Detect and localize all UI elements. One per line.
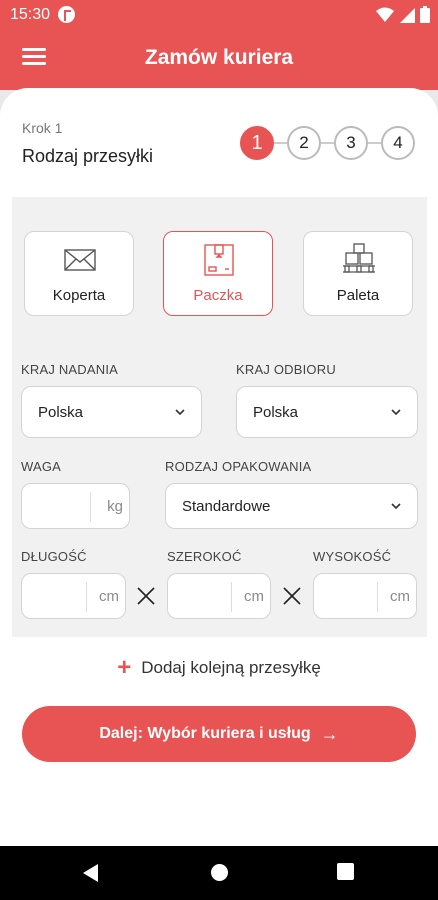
chevron-down-icon [391,409,401,416]
stepper-line [255,142,400,144]
main-sheet: Krok 1 Rodzaj przesyłki 1 2 3 4 Koperta … [0,88,438,846]
envelope-icon [64,249,96,271]
step-title: Rodzaj przesyłki [22,146,154,166]
arrow-right-icon: → [320,723,339,744]
chevron-down-icon [175,409,185,416]
shipment-type-label: Koperta [52,287,106,304]
packaging-select[interactable]: Standardowe [165,483,418,529]
width-unit: cm [244,588,264,605]
chevron-down-icon [391,503,401,510]
step-1[interactable]: 1 [240,126,274,160]
pallet-icon [343,243,375,273]
step-2[interactable]: 2 [287,126,321,160]
step-label: Krok 1 [22,120,63,136]
unit-separator [377,582,378,612]
weight-input[interactable] [22,484,89,528]
package-box-icon [204,244,234,276]
width-input[interactable] [168,574,230,618]
weight-unit: kg [107,498,123,515]
width-field[interactable]: cm [167,573,271,619]
plus-icon: + [117,654,132,681]
unit-separator [86,582,87,612]
home-icon[interactable] [210,863,229,882]
status-bar: 15:30 [0,0,438,30]
step-3[interactable]: 3 [334,126,368,160]
shipment-type-pallet[interactable]: Paleta [303,231,413,316]
add-shipment-label: Dodaj kolejną przesyłkę [141,658,321,677]
width-label: SZEROKOĆ [167,549,242,564]
length-unit: cm [99,588,119,605]
height-input[interactable] [314,574,376,618]
next-step-label: Dalej: Wybór kuriera i usług [99,725,311,742]
next-step-button[interactable]: Dalej: Wybór kuriera i usług → [22,706,416,762]
battery-icon [420,6,430,23]
origin-country-value: Polska [38,404,84,421]
length-input[interactable] [22,574,85,618]
origin-country-label: KRAJ NADANIA [21,362,119,377]
app-bar: Zamów kuriera [0,30,438,90]
multiply-icon [137,587,155,605]
shipment-type-label: Paleta [336,287,380,304]
packaging-value: Standardowe [182,498,271,515]
weight-label: WAGA [21,459,62,474]
length-field[interactable]: cm [21,573,126,619]
shipment-type-label: Paczka [193,287,243,304]
signal-icon [400,7,415,23]
shipment-form-panel: Koperta Paczka Paleta KRAJ NADANIA Polsk… [12,197,427,637]
step-indicator: 1 2 3 4 [240,126,415,160]
height-field[interactable]: cm [313,573,417,619]
add-shipment-button[interactable]: + Dodaj kolejną przesyłkę [0,654,438,682]
destination-country-value: Polska [253,404,299,421]
length-label: DŁUGOŚĆ [21,549,87,564]
weight-field[interactable]: kg [21,483,130,529]
back-icon[interactable] [82,863,100,883]
recents-icon[interactable] [337,863,354,880]
destination-country-select[interactable]: Polska [236,386,418,438]
unit-separator [90,492,91,522]
multiply-icon [283,587,301,605]
unit-separator [231,582,232,612]
page-title: Zamów kuriera [144,46,294,69]
height-label: WYSOKOŚĆ [313,549,392,564]
shipment-type-envelope[interactable]: Koperta [24,231,134,316]
shipment-type-package[interactable]: Paczka [163,231,273,316]
destination-country-label: KRAJ ODBIORU [236,362,336,377]
system-navigation-bar [0,846,438,900]
height-unit: cm [390,588,410,605]
wifi-icon [376,7,394,22]
system-icons [376,6,430,23]
packaging-label: RODZAJ OPAKOWANIA [165,459,312,474]
origin-country-select[interactable]: Polska [21,386,202,438]
notification-app-icon [58,6,75,23]
status-time: 15:30 [10,6,51,23]
step-4[interactable]: 4 [381,126,415,160]
